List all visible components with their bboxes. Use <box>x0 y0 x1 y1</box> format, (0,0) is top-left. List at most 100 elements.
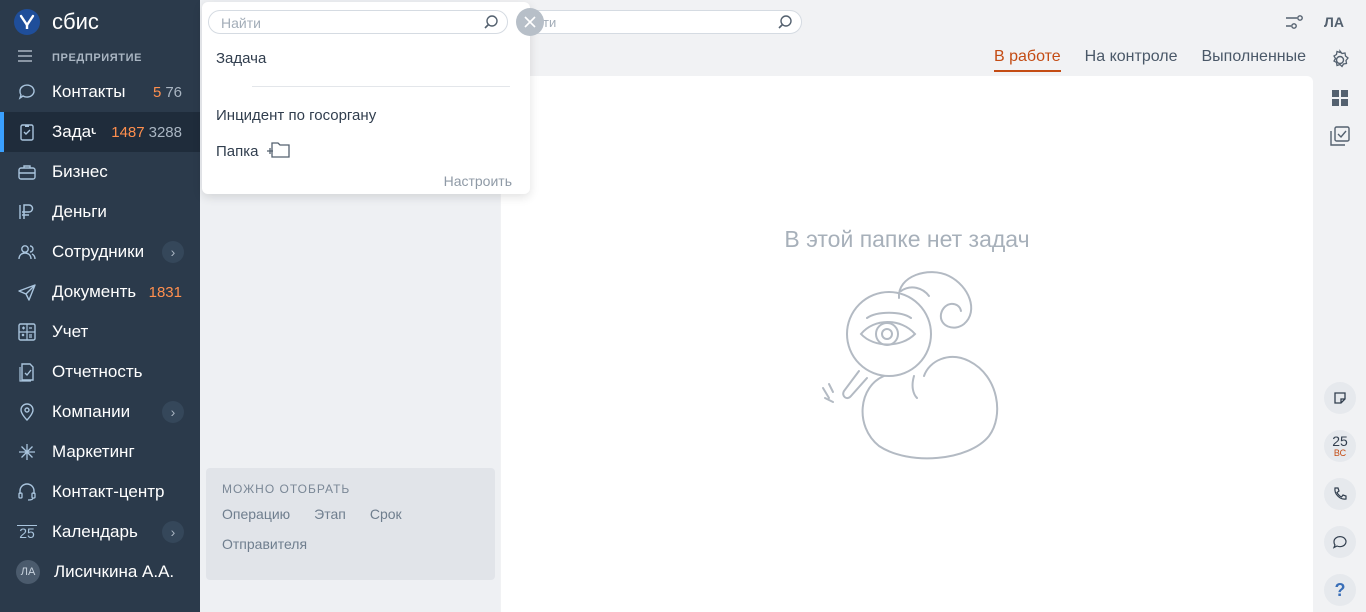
background-search-input[interactable]: ти <box>520 10 802 34</box>
sidebar-item-counter: 1487 3288 <box>111 124 182 141</box>
search-icon[interactable] <box>777 14 793 33</box>
tab-on-control[interactable]: На контроле <box>1085 48 1178 72</box>
avatar: ЛА <box>16 560 40 584</box>
task-checklist-icon[interactable] <box>1324 120 1356 152</box>
sidebar-item-label: Контакт-центр <box>52 482 165 501</box>
help-icon[interactable]: ? <box>1324 574 1356 606</box>
sidebar-item-counter: 5 76 <box>153 84 182 101</box>
map-pin-icon <box>16 401 38 423</box>
sidebar-item-label: Документы <box>52 282 136 301</box>
section-title: ПРЕДПРИЯТИЕ <box>52 52 143 64</box>
clipboard-check-icon <box>16 121 38 143</box>
create-menu-dropdown: Найти Задача Инцидент по госоргану Папка… <box>202 2 530 194</box>
sidebar-item-label: Контакты <box>52 82 126 101</box>
counter-new: 1831 <box>148 283 182 301</box>
calendar-today-badge[interactable]: 25 ВС <box>1324 430 1356 462</box>
search-placeholder: Найти <box>221 15 261 31</box>
report-check-icon <box>16 361 38 383</box>
sidebar-item-tasks[interactable]: Задачи 1487 3288 <box>0 112 200 152</box>
section-header: ПРЕДПРИЯТИЕ <box>0 44 200 72</box>
sidebar-item-label: Компании <box>52 402 131 421</box>
sidebar-item-contacts[interactable]: Контакты 5 76 <box>0 72 200 112</box>
menu-item-folder[interactable]: Папка <box>216 140 292 162</box>
chevron-right-icon[interactable]: › <box>162 241 184 263</box>
grid-view-icon[interactable] <box>1324 82 1356 114</box>
ruble-icon <box>16 201 38 223</box>
people-icon <box>16 241 38 263</box>
paper-plane-icon <box>16 281 38 303</box>
tab-completed[interactable]: Выполненные <box>1202 48 1307 72</box>
sidebar-item-label: Календарь <box>52 522 138 541</box>
menu-item-incident[interactable]: Инцидент по госоргану <box>216 107 376 124</box>
headset-icon <box>16 481 38 503</box>
counter-new: 5 <box>152 83 162 101</box>
sidebar-item-label: Сотрудники <box>52 242 145 261</box>
filter-title: МОЖНО ОТОБРАТЬ <box>222 482 351 496</box>
counter-total: 3288 <box>148 123 182 141</box>
sidebar-item-accounting[interactable]: Учет <box>0 312 200 352</box>
menu-item-task[interactable]: Задача <box>216 50 266 67</box>
menu-item-label: Папка <box>216 142 259 160</box>
filter-link-deadline[interactable]: Срок <box>370 506 402 522</box>
sidebar-item-money[interactable]: Деньги <box>0 192 200 232</box>
sbis-logo-icon <box>14 9 40 35</box>
right-rail: 25 ВС ? <box>1286 0 1366 612</box>
help-icon-glyph: ? <box>1334 579 1346 600</box>
counter-new: 1487 <box>111 123 145 141</box>
sidebar-item-documents[interactable]: Документы 1831 <box>0 272 200 312</box>
search-icon[interactable] <box>483 14 499 33</box>
sidebar-item-user[interactable]: ЛА Лисичкина А.А. <box>0 552 200 592</box>
calendar-icon-day: 25 <box>19 524 35 541</box>
chat-bubble-icon <box>16 81 38 103</box>
sidebar-item-business[interactable]: Бизнес <box>0 152 200 192</box>
menu-item-label: Задача <box>216 50 267 67</box>
phone-icon[interactable] <box>1324 478 1356 510</box>
logo-text: сбис <box>52 9 99 34</box>
calculator-icon <box>16 321 38 343</box>
filter-link-sender[interactable]: Отправителя <box>222 536 307 552</box>
filter-links: Операцию Этап Срок Отправителя <box>222 506 479 552</box>
sticky-note-icon[interactable] <box>1324 382 1356 414</box>
topbar: ти <box>500 0 1366 44</box>
sidebar: сбис ПРЕДПРИЯТИЕ Контакты 5 76 Задачи 14… <box>0 0 200 612</box>
chevron-right-icon[interactable]: › <box>162 521 184 543</box>
hamburger-menu-icon[interactable] <box>18 49 32 67</box>
chat-icon[interactable] <box>1324 526 1356 558</box>
add-folder-icon <box>266 140 292 162</box>
menu-divider <box>252 86 510 87</box>
menu-item-label: Инцидент по госоргану <box>216 107 377 124</box>
calendar-icon: 25 <box>16 521 38 543</box>
sidebar-item-label: Лисичкина А.А. <box>54 562 175 581</box>
sidebar-item-contact-center[interactable]: Контакт-центр <box>0 472 200 512</box>
filter-link-stage[interactable]: Этап <box>314 506 346 522</box>
sidebar-item-marketing[interactable]: Маркетинг <box>0 432 200 472</box>
sidebar-item-label: Отчетность <box>52 362 143 381</box>
task-list-panel: В этой папке нет задач <box>501 76 1313 612</box>
sidebar-item-label: Деньги <box>52 202 107 221</box>
sidebar-item-counter: 1831 <box>149 284 182 301</box>
sidebar-item-companies[interactable]: Компании › <box>0 392 200 432</box>
sidebar-item-label: Маркетинг <box>52 442 135 461</box>
sidebar-item-label: Учет <box>52 322 89 341</box>
empty-state-illustration <box>819 266 1009 471</box>
calendar-weekday: ВС <box>1333 448 1347 458</box>
sidebar-item-label: Задачи <box>52 122 96 141</box>
calendar-day: 25 <box>1332 433 1348 449</box>
sidebar-item-reporting[interactable]: Отчетность <box>0 352 200 392</box>
sidebar-item-employees[interactable]: Сотрудники › <box>0 232 200 272</box>
background-search-text: ти <box>543 15 557 30</box>
sidebar-item-calendar[interactable]: 25 Календарь › <box>0 512 200 552</box>
configure-link[interactable]: Настроить <box>444 173 512 189</box>
empty-state-message: В этой папке нет задач <box>784 226 1030 252</box>
sparkle-icon <box>16 441 38 463</box>
filter-link-operation[interactable]: Операцию <box>222 506 290 522</box>
filter-suggestions: МОЖНО ОТОБРАТЬ Операцию Этап Срок Отправ… <box>206 468 495 580</box>
gear-icon[interactable] <box>1324 44 1356 76</box>
dropdown-search-input[interactable]: Найти <box>208 10 508 34</box>
logo[interactable]: сбис <box>0 0 200 44</box>
filter-settings-icon[interactable] <box>1278 6 1310 38</box>
tab-in-progress[interactable]: В работе <box>994 48 1061 72</box>
briefcase-icon <box>16 161 38 183</box>
chevron-right-icon[interactable]: › <box>162 401 184 423</box>
close-icon[interactable] <box>516 8 544 36</box>
